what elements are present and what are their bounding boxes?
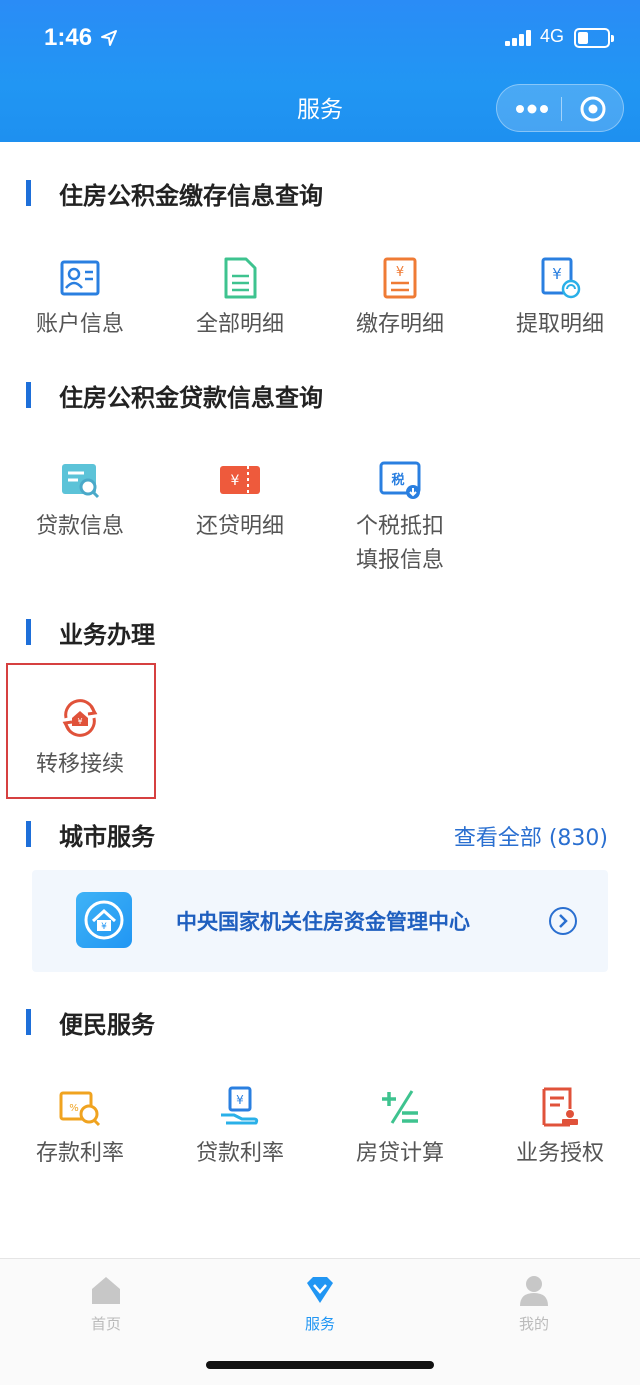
grid-item-loan-info[interactable]: 贷款信息 <box>0 458 160 544</box>
section-deposit-title: 住房公积金缴存信息查询 <box>26 176 323 210</box>
svg-text:¥: ¥ <box>231 473 240 489</box>
svg-text:¥: ¥ <box>77 717 82 726</box>
deposit-rate-icon: % <box>59 1091 101 1127</box>
city-service-card[interactable]: ¥ 中央国家机关住房资金管理中心 <box>32 870 608 972</box>
grid-item-mortgage-calc[interactable]: 房贷计算 <box>320 1085 480 1171</box>
grid-item-account-info[interactable]: 账户信息 <box>0 256 160 342</box>
section-business-title: 业务办理 <box>26 615 155 649</box>
yuan-receipt-icon: ¥ <box>383 257 417 299</box>
city-card-name: 中央国家机关住房资金管理中心 <box>176 910 470 934</box>
tax-icon: 税 <box>379 461 421 499</box>
grid-item-tax-deduction[interactable]: 税 个税抵扣 填报信息 <box>320 458 480 578</box>
svg-text:¥: ¥ <box>101 922 107 932</box>
user-icon <box>520 1276 548 1306</box>
section-loan-title: 住房公积金贷款信息查询 <box>26 378 323 412</box>
account-card-icon <box>60 260 100 296</box>
svg-text:¥: ¥ <box>396 265 404 280</box>
authorize-icon <box>542 1087 578 1127</box>
svg-text:%: % <box>69 1103 79 1114</box>
location-arrow-icon <box>101 30 117 46</box>
home-icon <box>92 1277 120 1304</box>
home-indicator <box>206 1361 434 1369</box>
see-all-link[interactable]: 查看全部 (830) <box>454 820 608 852</box>
grid-item-repay-details[interactable]: ¥ 还贷明细 <box>160 458 320 544</box>
calculator-icon <box>382 1090 418 1124</box>
diamond-icon <box>307 1277 333 1303</box>
svg-text:税: 税 <box>391 472 404 488</box>
grid-item-loan-rate[interactable]: ¥ 贷款利率 <box>160 1085 320 1171</box>
transfer-icon: ¥ <box>62 699 98 737</box>
grid-item-transfer[interactable]: ¥ 转移接续 <box>0 696 160 782</box>
grid-item-authorization[interactable]: 业务授权 <box>480 1085 640 1171</box>
tab-home[interactable]: 首页 <box>46 1273 166 1334</box>
battery-icon <box>574 28 614 48</box>
grid-item-deposit-details[interactable]: ¥ 缴存明细 <box>320 256 480 342</box>
svg-text:¥: ¥ <box>552 265 562 283</box>
grid-item-all-details[interactable]: 全部明细 <box>160 256 320 342</box>
svg-text:¥: ¥ <box>236 1093 244 1107</box>
grid-item-withdraw-details[interactable]: ¥ 提取明细 <box>480 256 640 342</box>
document-icon <box>224 257 257 299</box>
signal-icon <box>505 30 531 46</box>
repay-ticket-icon: ¥ <box>220 466 260 494</box>
more-dots-icon[interactable] <box>515 97 549 121</box>
header: 1:46 4G 服务 <box>0 0 640 142</box>
chevron-right-icon <box>549 907 577 935</box>
status-bar: 1:46 4G <box>0 22 640 56</box>
loan-rate-icon: ¥ <box>221 1086 259 1125</box>
network-type: 4G <box>540 26 565 46</box>
tab-mine[interactable]: 我的 <box>474 1273 594 1334</box>
miniprogram-capsule <box>496 84 624 132</box>
section-city-title: 城市服务 <box>26 817 155 851</box>
status-time: 1:46 <box>44 24 93 51</box>
section-convenience-title: 便民服务 <box>26 1005 155 1039</box>
loan-search-icon <box>62 464 100 499</box>
housing-fund-logo: ¥ <box>76 892 132 948</box>
withdraw-icon: ¥ <box>541 257 581 299</box>
tab-service[interactable]: 服务 <box>260 1273 380 1334</box>
grid-item-deposit-rate[interactable]: % 存款利率 <box>0 1085 160 1171</box>
close-target-icon[interactable] <box>579 95 607 123</box>
